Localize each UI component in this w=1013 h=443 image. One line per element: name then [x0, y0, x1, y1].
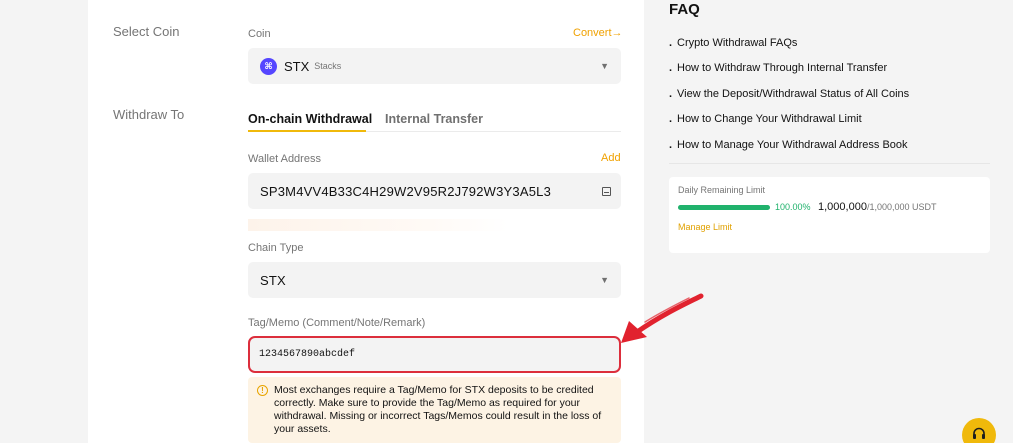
faq-title: FAQ — [669, 1, 700, 18]
chevron-down-icon: ▼ — [600, 61, 609, 71]
faq-link-text: Crypto Withdrawal FAQs — [677, 37, 798, 49]
convert-link[interactable]: Convert→ — [573, 27, 623, 39]
faq-divider — [669, 163, 990, 164]
select-coin-section-label: Select Coin — [113, 24, 180, 39]
bullet: . — [669, 139, 673, 151]
limit-progress-fill — [678, 205, 770, 210]
warning-text: Most exchanges require a Tag/Memo for ST… — [274, 384, 602, 435]
daily-limit-label: Daily Remaining Limit — [678, 185, 766, 195]
support-button[interactable] — [962, 418, 996, 443]
coin-select[interactable]: ⌘ STX Stacks ▼ — [248, 48, 621, 84]
faq-link-status-all-coins[interactable]: . View the Deposit/Withdrawal Status of A… — [669, 88, 909, 100]
bullet: . — [669, 62, 673, 74]
headset-icon — [973, 427, 985, 439]
faq-link-change-limit[interactable]: . How to Change Your Withdrawal Limit — [669, 113, 862, 125]
memo-value: 1234567890abcdef — [259, 349, 356, 360]
chain-type-value: STX — [260, 272, 286, 288]
limit-amount: 1,000,000/1,000,000 USDT — [818, 201, 936, 213]
faq-link-text: How to Withdraw Through Internal Transfe… — [677, 62, 888, 74]
bullet: . — [669, 37, 673, 49]
withdraw-to-section-label: Withdraw To — [113, 107, 185, 122]
memo-warning-notice: ! Most exchanges require a Tag/Memo for … — [248, 377, 621, 443]
bullet: . — [669, 88, 673, 100]
daily-limit-card: Daily Remaining Limit 100.00% 1,000,000/… — [669, 177, 990, 253]
annotation-arrow-icon — [621, 293, 704, 343]
coin-field-label: Coin — [248, 28, 271, 40]
arrow-right-icon: → — [611, 27, 623, 39]
faq-link-internal-transfer[interactable]: . How to Withdraw Through Internal Transf… — [669, 62, 887, 74]
chain-type-select[interactable]: STX ▼ — [248, 262, 621, 298]
address-hint-highlight — [248, 219, 508, 231]
stx-coin-icon: ⌘ — [260, 57, 277, 75]
tab-internal-transfer[interactable]: Internal Transfer — [385, 112, 483, 126]
faq-link-text: How to Change Your Withdrawal Limit — [677, 113, 862, 125]
memo-label: Tag/Memo (Comment/Note/Remark) — [248, 317, 426, 329]
faq-link-address-book[interactable]: . How to Manage Your Withdrawal Address B… — [669, 139, 908, 151]
add-address-link[interactable]: Add — [601, 152, 621, 164]
selected-coin-name: Stacks — [314, 61, 342, 71]
chain-type-label: Chain Type — [248, 242, 304, 254]
limit-total: /1,000,000 USDT — [866, 202, 937, 212]
limit-remaining: 1,000,000 — [818, 201, 867, 213]
wallet-address-value: SP3M4VV4B33C4H29W2V95R2J792W3Y3A5L3 — [260, 183, 552, 199]
address-book-icon[interactable] — [602, 186, 611, 196]
faq-link-text: How to Manage Your Withdrawal Address Bo… — [677, 139, 908, 151]
wallet-address-input[interactable]: SP3M4VV4B33C4H29W2V95R2J792W3Y3A5L3 — [248, 173, 621, 209]
faq-link-text: View the Deposit/Withdrawal Status of Al… — [677, 88, 910, 100]
limit-percent: 100.00% — [775, 202, 811, 212]
faq-link-crypto-withdrawal[interactable]: . Crypto Withdrawal FAQs — [669, 37, 797, 49]
warning-icon: ! — [257, 385, 268, 396]
memo-input[interactable]: 1234567890abcdef — [248, 336, 621, 373]
chevron-down-icon: ▼ — [600, 275, 609, 285]
withdraw-method-tabs: On-chain Withdrawal Internal Transfer — [248, 106, 621, 132]
convert-label: Convert — [573, 27, 612, 39]
selected-coin-symbol: STX — [284, 58, 310, 74]
tab-on-chain-withdrawal[interactable]: On-chain Withdrawal — [248, 112, 372, 126]
bullet: . — [669, 113, 673, 125]
manage-limit-link[interactable]: Manage Limit — [678, 222, 732, 232]
limit-progress-bar — [678, 205, 770, 210]
wallet-address-label: Wallet Address — [248, 153, 321, 165]
active-tab-indicator — [248, 130, 366, 132]
